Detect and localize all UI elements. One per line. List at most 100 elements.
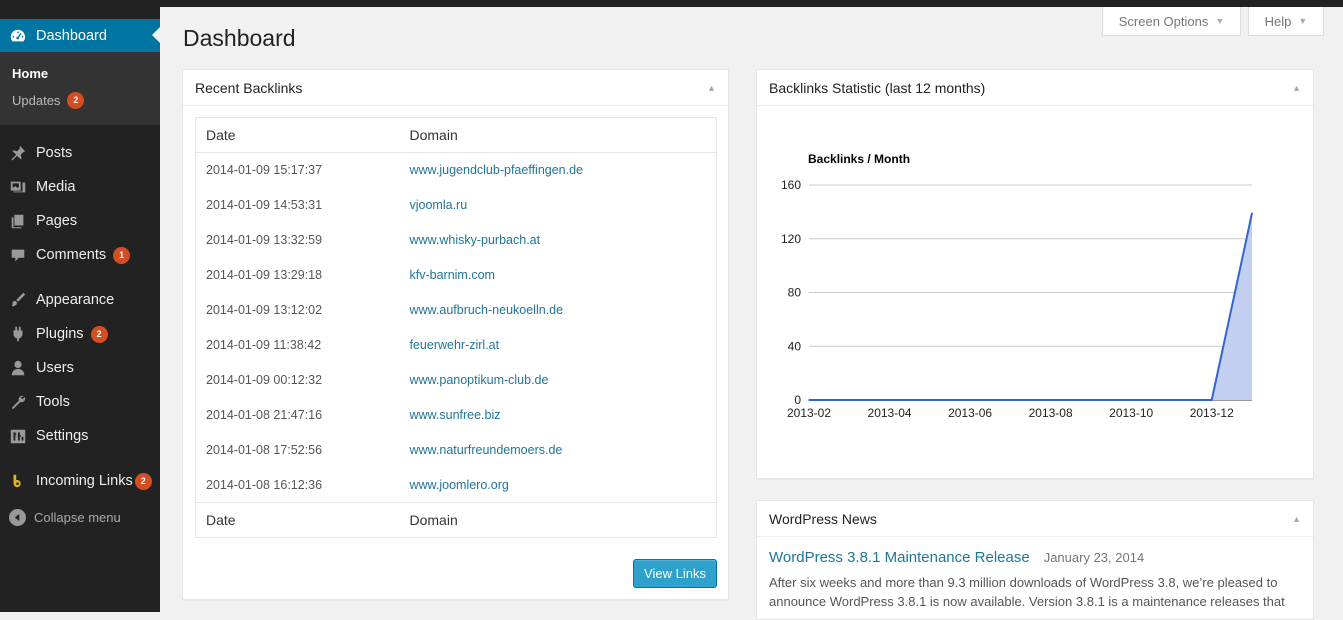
widget-header[interactable]: Backlinks Statistic (last 12 months) ▲ [757,70,1313,106]
y-tick-label: 80 [788,286,802,300]
news-excerpt: After six weeks and more than 9.3 millio… [769,575,1285,609]
column-footer-date: Date [195,502,400,538]
menu-label: Tools [36,394,70,410]
menu-item-pages[interactable]: Pages [0,204,160,238]
collapse-toggle-icon[interactable]: ▲ [1292,83,1301,93]
menu-label: Comments [36,247,107,263]
menu-item-users[interactable]: Users [0,351,160,385]
menu-item-dashboard[interactable]: Dashboard [0,19,160,52]
x-tick-label: 2013-04 [868,406,912,420]
domain-link[interactable]: www.panoptikum-club.de [410,373,549,387]
domain-link[interactable]: kfv-barnim.com [410,268,495,282]
dashboard-submenu: Home Updates 2 [0,52,160,125]
menu-item-tools[interactable]: Tools [0,385,160,419]
menu-label: Dashboard [36,27,107,44]
domain-cell: www.naturfreundemoers.de [400,433,717,468]
admin-sidebar: Dashboard Home Updates 2 Posts Media Pag… [0,0,160,612]
collapse-menu-button[interactable]: Collapse menu [0,505,160,529]
submenu-item-updates[interactable]: Updates 2 [12,92,85,109]
collapse-toggle-icon[interactable]: ▲ [707,83,716,93]
submenu-item-home[interactable]: Home [12,66,48,81]
column-header-domain: Domain [399,117,717,153]
media-icon [8,177,28,197]
menu-label: Settings [36,428,89,444]
domain-link[interactable]: www.joomlero.org [410,478,509,492]
wrench-icon [8,392,28,412]
widget-title: Recent Backlinks [195,79,303,96]
date-cell: 2014-01-08 16:12:36 [206,477,323,492]
table-row: 2014-01-09 13:12:02 www.aufbruch-neukoell… [196,293,717,328]
x-tick-label: 2013-06 [948,406,992,420]
news-item-header: WordPress 3.8.1 Maintenance Release Janu… [769,549,1144,566]
domain-link[interactable]: www.aufbruch-neukoelln.de [410,303,564,317]
brush-icon [8,290,28,310]
menu-label: Media [36,179,76,195]
domain-link[interactable]: www.jugendclub-pfaeffingen.de [410,163,584,177]
admin-top-bar [0,0,1343,7]
domain-link[interactable]: www.sunfree.biz [410,408,501,422]
screen-options-button[interactable]: Screen Options ▼ [1102,7,1241,36]
update-count-badge: 2 [67,92,85,109]
plug-icon [8,324,28,344]
menu-item-appearance[interactable]: Appearance [0,283,160,317]
date-cell: 2014-01-09 14:53:31 [206,198,323,212]
y-tick-label: 40 [788,339,802,353]
menu-label: Posts [36,145,73,161]
plugin-count-badge: 2 [90,325,108,343]
table-row: 2014-01-09 00:12:32 www.panoptikum-club.d… [196,363,717,398]
menu-label: Users [36,360,74,376]
incoming-links-icon [8,471,28,491]
domain-link[interactable]: www.whisky-purbach.at [410,233,541,247]
help-label: Help [1264,13,1292,29]
y-tick-label: 120 [781,232,801,246]
series-line [809,213,1253,401]
data-point [929,399,931,401]
domain-link[interactable]: www.naturfreundemoers.de [410,443,563,457]
menu-item-incoming-links[interactable]: Incoming Links 2 [0,464,160,498]
news-headline-link[interactable]: WordPress 3.8.1 Maintenance Release [769,549,1030,566]
date-cell: 2014-01-09 00:12:32 [206,373,323,387]
date-cell: 2014-01-09 13:12:02 [206,303,323,317]
x-tick-label: 2013-02 [787,406,831,420]
data-point [888,399,891,401]
table-row: 2014-01-08 17:52:56 www.naturfreundemoers… [196,433,717,468]
series-area [809,213,1252,400]
table-row: 2014-01-09 11:38:42 feuerwehr-zirl.at [196,328,717,363]
table-row: 2014-01-09 15:17:37 www.jugendclub-pfaeff… [196,153,717,188]
domain-cell: www.joomlero.org [400,468,717,503]
data-point [1210,399,1213,401]
collapse-toggle-icon[interactable]: ▲ [1292,514,1301,524]
menu-item-media[interactable]: Media [0,170,160,204]
date-cell: 2014-01-09 13:32:59 [206,233,323,247]
y-tick-label: 0 [794,393,801,407]
domain-link[interactable]: feuerwehr-zirl.at [410,338,500,352]
domain-cell: www.panoptikum-club.de [400,363,717,398]
help-button[interactable]: Help ▼ [1248,7,1324,36]
dashboard-icon [8,26,28,46]
table-row: 2014-01-09 13:32:59 www.whisky-purbach.at [196,223,717,258]
column-footer-domain: Domain [399,502,717,538]
date-cell: 2014-01-09 13:29:18 [206,268,323,282]
user-icon [8,358,28,378]
screen-options-label: Screen Options [1118,13,1209,29]
domain-cell: www.whisky-purbach.at [400,223,717,258]
menu-item-posts[interactable]: Posts [0,136,160,170]
widget-header[interactable]: WordPress News ▲ [757,501,1313,537]
widget-header[interactable]: Recent Backlinks ▲ [183,70,728,106]
data-point [969,399,971,401]
collapse-label: Collapse menu [34,509,121,525]
domain-cell: www.jugendclub-pfaeffingen.de [400,153,717,188]
widget-title: WordPress News [769,510,877,527]
column-header-date: Date [195,117,400,153]
x-tick-label: 2013-12 [1190,406,1234,420]
backlinks-area-chart: Backlinks / Month 0 40 80 120 160 2013-02 201… [781,152,1253,420]
menu-item-settings[interactable]: Settings [0,419,160,453]
menu-label: Appearance [36,292,115,308]
menu-item-plugins[interactable]: Plugins 2 [0,317,160,351]
domain-link[interactable]: vjoomla.ru [410,198,468,212]
view-links-button[interactable]: View Links [633,559,717,588]
menu-item-comments[interactable]: Comments 1 [0,238,160,272]
x-tick-label: 2013-10 [1109,406,1153,420]
x-tick-label: 2013-08 [1029,406,1073,420]
domain-cell: kfv-barnim.com [400,258,717,293]
